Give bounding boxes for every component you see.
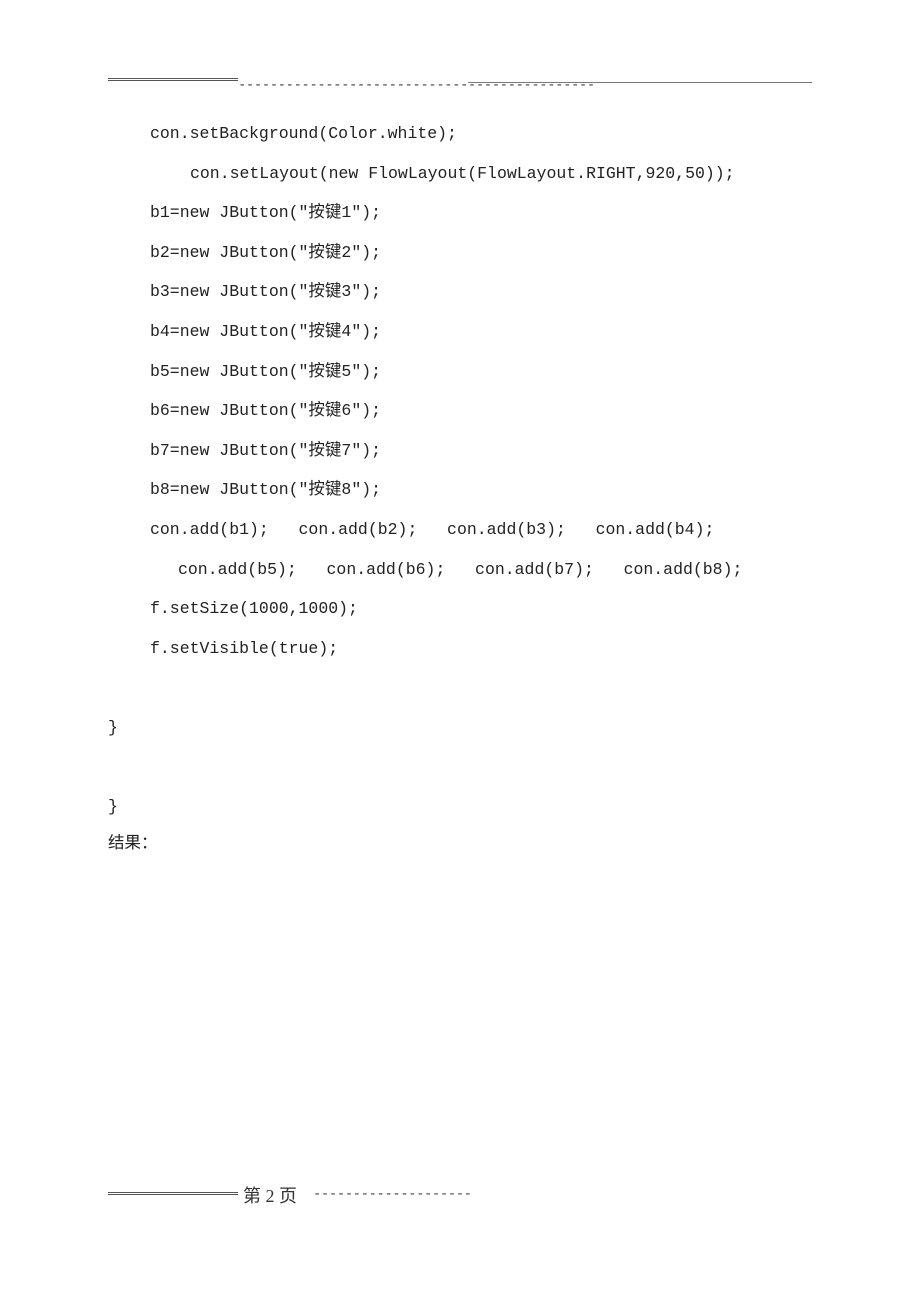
code-line: b5=new JButton("按键5");: [108, 352, 820, 392]
code-line: }: [108, 787, 820, 827]
footer-dashes: ----------------------------------------…: [313, 1186, 472, 1202]
code-line: b1=new JButton("按键1");: [108, 193, 820, 233]
code-line: [108, 668, 820, 708]
code-block: con.setBackground(Color.white);con.setLa…: [108, 114, 820, 827]
header-separator: ----------------------------------------…: [108, 70, 812, 84]
code-line: f.setSize(1000,1000);: [108, 589, 820, 629]
code-line: con.add(b5); con.add(b6); con.add(b7); c…: [108, 550, 820, 590]
result-label: 结果：: [108, 823, 820, 863]
code-line: b2=new JButton("按键2");: [108, 233, 820, 273]
footer-thick-rule: [108, 1192, 238, 1195]
code-line: f.setVisible(true);: [108, 629, 820, 669]
header-thick-rule: [108, 78, 238, 81]
code-line: [108, 748, 820, 788]
code-line: con.setBackground(Color.white);: [108, 114, 820, 154]
footer-separator: 第 2 页 ----------------------------------…: [108, 1182, 812, 1202]
code-line: con.add(b1); con.add(b2); con.add(b3); c…: [108, 510, 820, 550]
page-number: 第 2 页: [243, 1182, 297, 1208]
code-line: con.setLayout(new FlowLayout(FlowLayout.…: [108, 154, 820, 194]
header-thin-rule: [468, 82, 812, 83]
header-dashes: ----------------------------------------…: [238, 77, 595, 93]
code-line: b8=new JButton("按键8");: [108, 470, 820, 510]
code-line: b3=new JButton("按键3");: [108, 272, 820, 312]
code-line: b7=new JButton("按键7");: [108, 431, 820, 471]
document-page: ----------------------------------------…: [0, 0, 920, 862]
code-line: }: [108, 708, 820, 748]
code-line: b6=new JButton("按键6");: [108, 391, 820, 431]
code-line: b4=new JButton("按键4");: [108, 312, 820, 352]
